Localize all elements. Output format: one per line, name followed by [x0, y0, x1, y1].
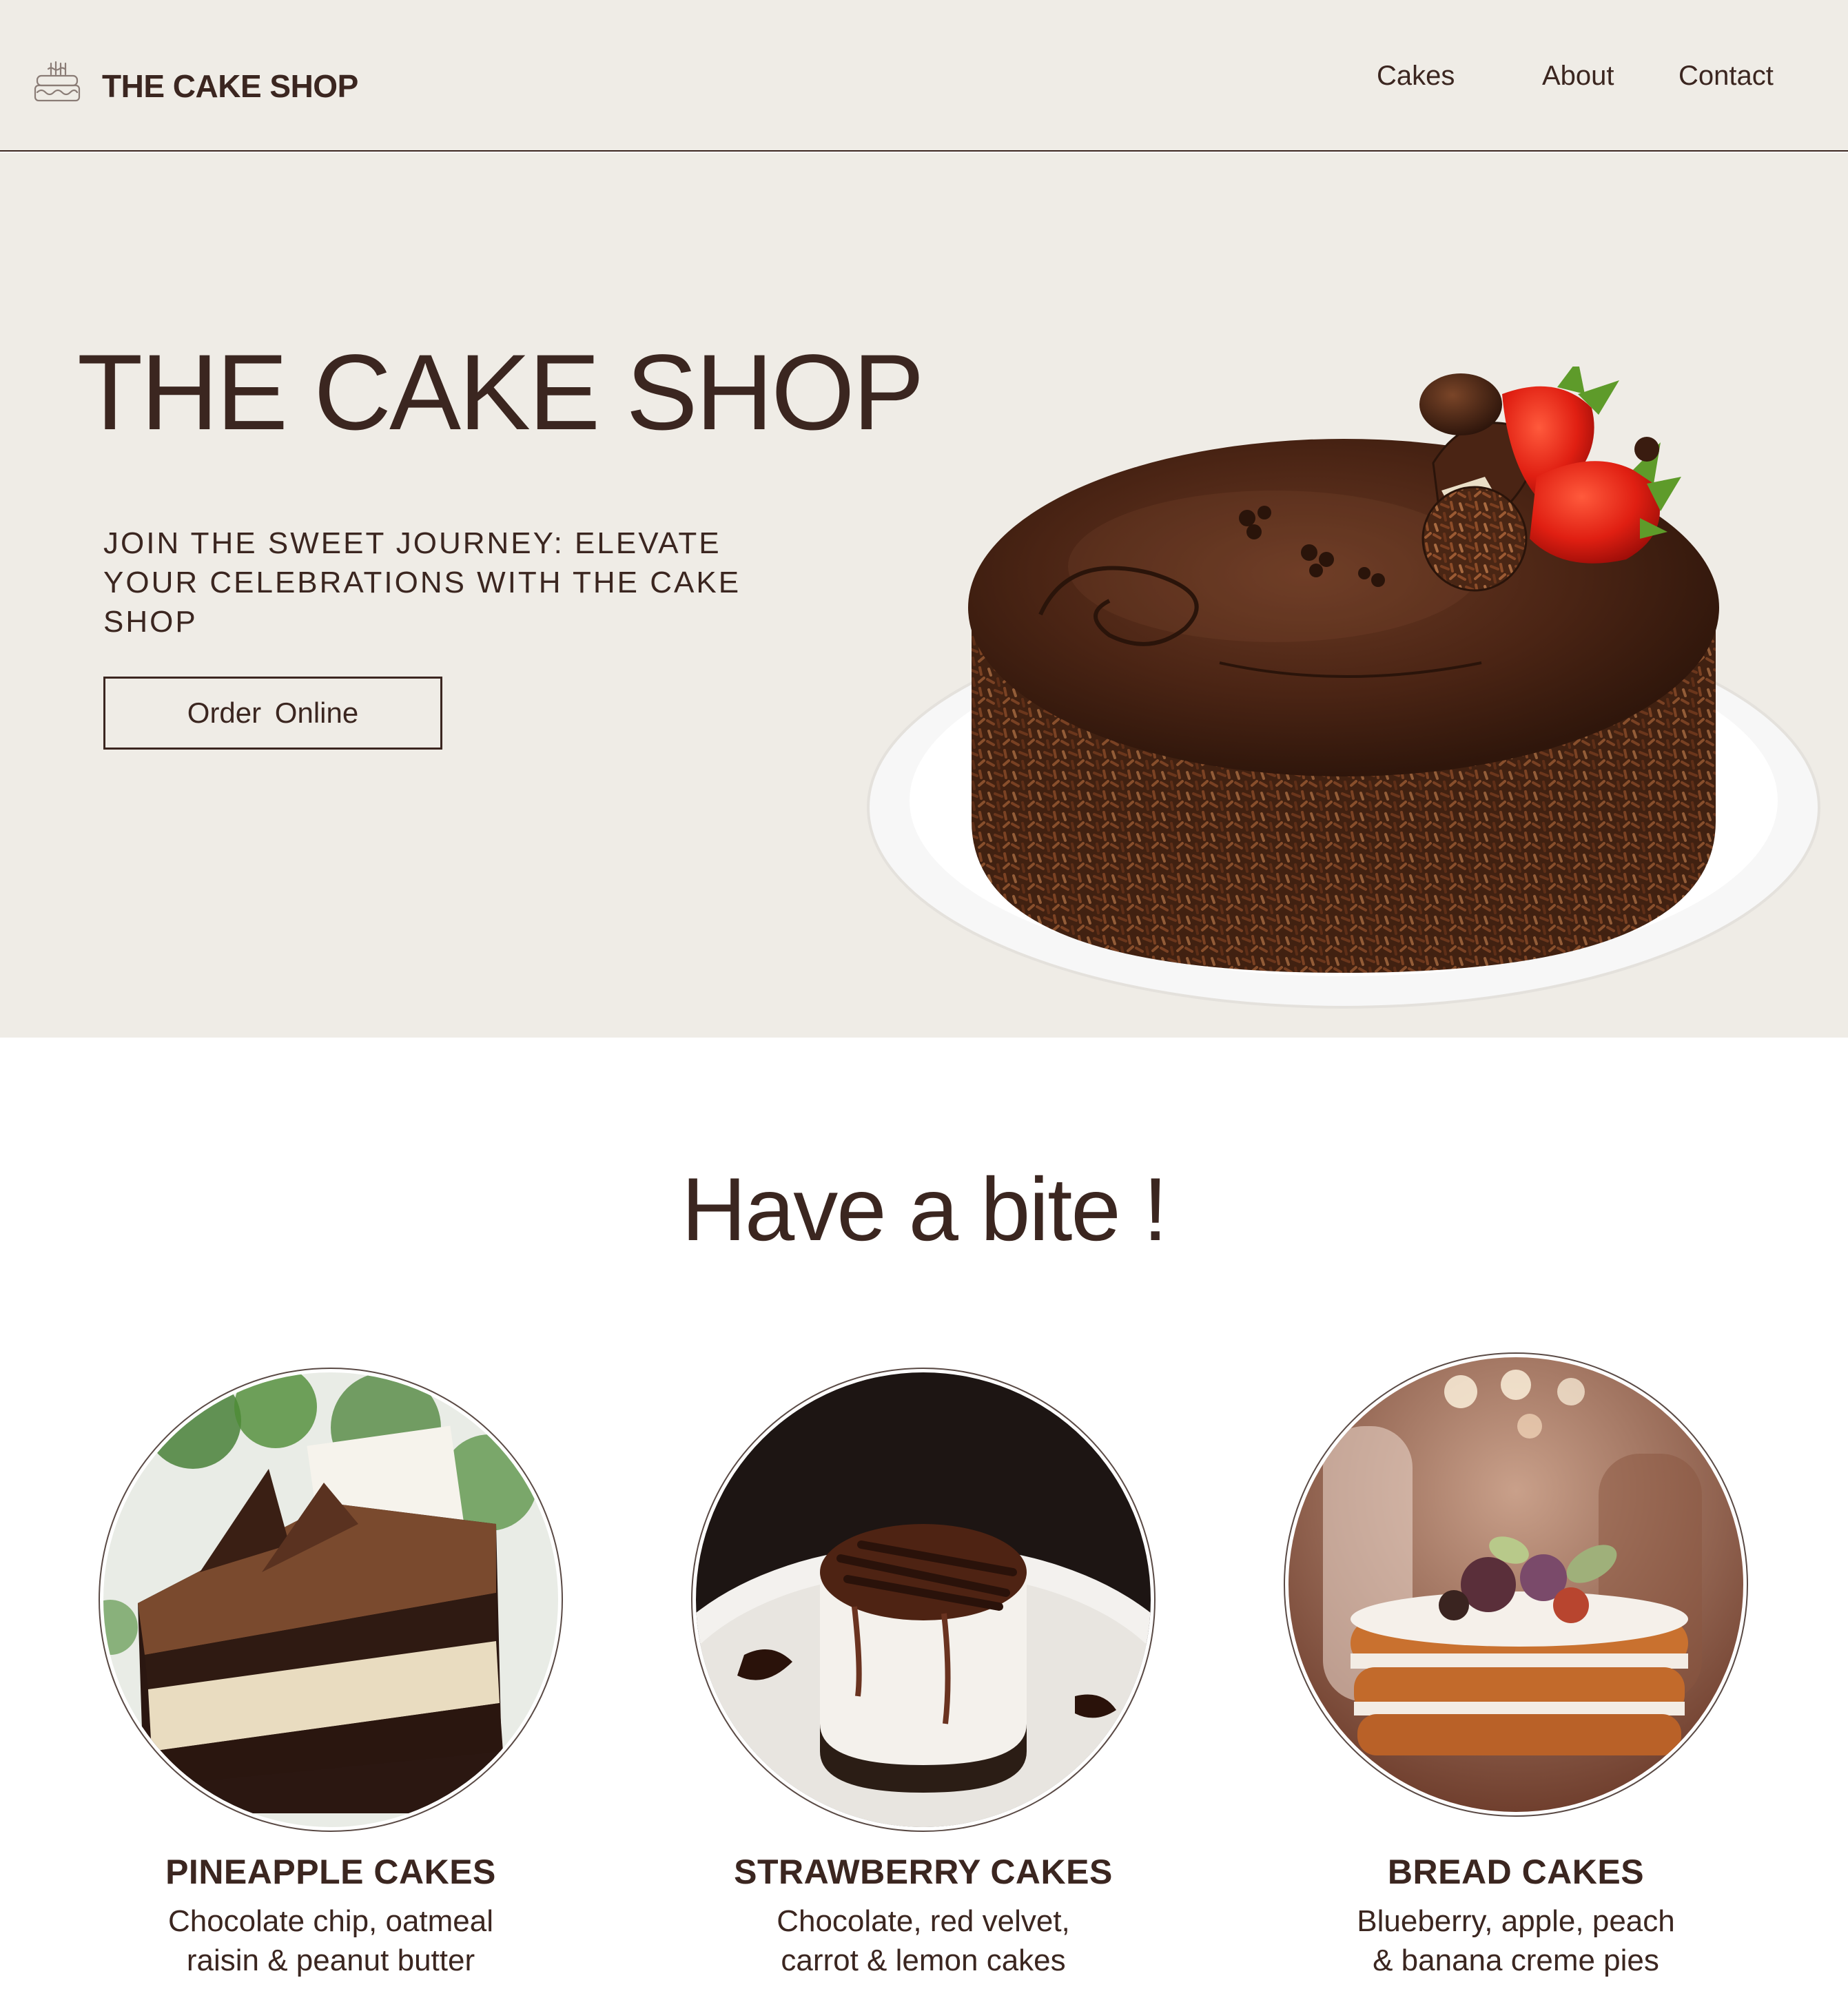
hero-section: THE CAKE SHOP JOIN THE SWEET JOURNEY: EL… [0, 153, 1848, 1038]
product-description: Chocolate, red velvet, carrot & lemon ca… [777, 1904, 1070, 1977]
birthday-cake-icon[interactable] [33, 59, 81, 105]
product-description: Blueberry, apple, peach & banana creme p… [1357, 1904, 1675, 1977]
pineapple-cake-image[interactable] [96, 1365, 565, 1834]
order-online-button[interactable]: Order Online [103, 677, 442, 750]
hero-title: THE CAKE SHOP [77, 333, 925, 453]
nav-link-contact[interactable]: Contact [1678, 61, 1774, 92]
hero-tagline: JOIN THE SWEET JOURNEY: ELEVATE YOUR CEL… [103, 526, 741, 639]
brand-name[interactable]: THE CAKE SHOP [102, 68, 358, 105]
product-name: BREAD CAKES [1387, 1853, 1645, 1891]
product-name: STRAWBERRY CAKES [734, 1853, 1113, 1891]
chocolate-cake-image [867, 367, 1820, 1009]
bread-cake-image[interactable] [1282, 1350, 1750, 1819]
strawberry-cake-image[interactable] [689, 1365, 1158, 1834]
top-nav: THE CAKE SHOP Cakes About Contact [0, 0, 1848, 152]
product-name: PINEAPPLE CAKES [165, 1853, 496, 1891]
section-title-have-a-bite: Have a bite ! [681, 1159, 1168, 1259]
product-description: Chocolate chip, oatmeal raisin & peanut … [167, 1904, 494, 1977]
nav-link-about[interactable]: About [1542, 61, 1614, 92]
nav-link-cakes[interactable]: Cakes [1377, 61, 1455, 92]
